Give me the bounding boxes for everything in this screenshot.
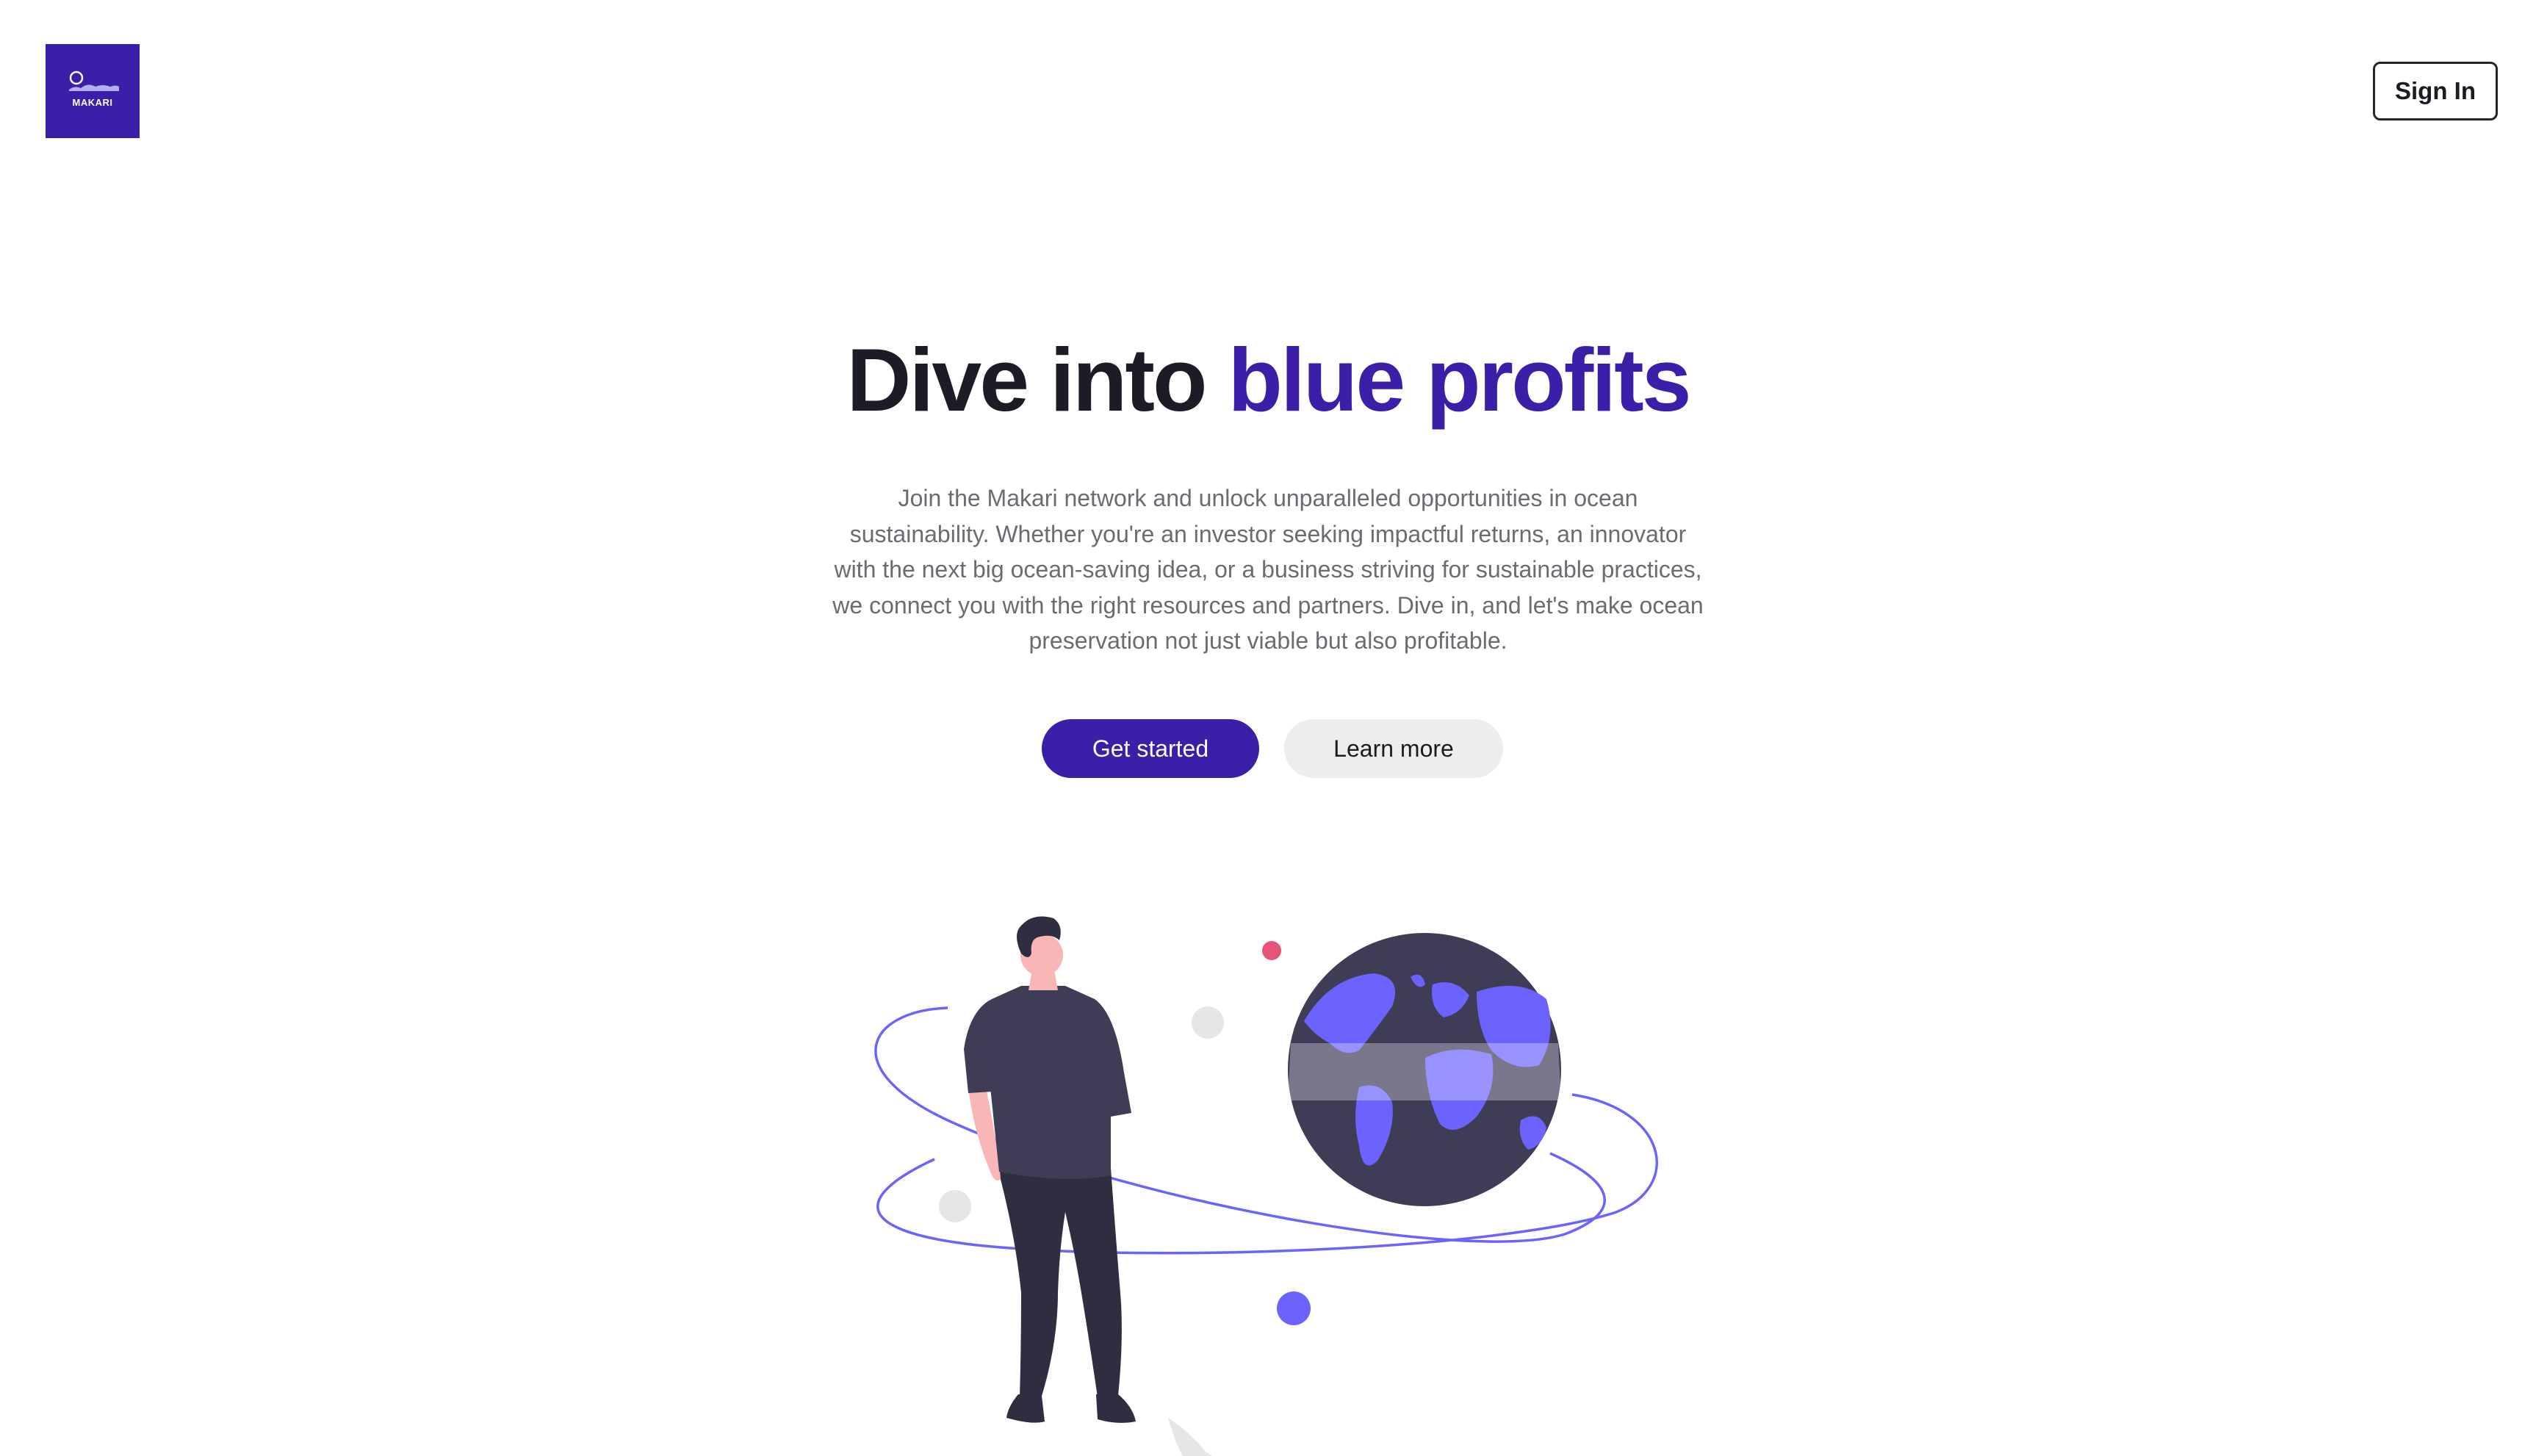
learn-more-button[interactable]: Learn more bbox=[1284, 719, 1503, 778]
hero-title-main: Dive into bbox=[846, 330, 1228, 430]
gray-dot-icon bbox=[939, 1190, 971, 1222]
makari-logo[interactable]: MAKARI bbox=[46, 44, 140, 138]
logo-text: MAKARI bbox=[72, 97, 113, 108]
logo-wave-icon bbox=[69, 71, 119, 91]
hero-title: Dive into blue profits bbox=[0, 317, 2536, 442]
pink-dot-icon bbox=[1262, 941, 1281, 960]
get-started-button[interactable]: Get started bbox=[1042, 719, 1259, 778]
purple-dot-icon bbox=[1277, 1291, 1311, 1325]
hero-title-accent: blue profits bbox=[1228, 330, 1691, 430]
person-icon bbox=[964, 916, 1136, 1423]
person-globe-illustration bbox=[874, 916, 1658, 1456]
gray-dot-icon bbox=[1192, 1006, 1224, 1039]
plant-icon bbox=[1168, 1418, 1212, 1456]
hero-description: Join the Makari network and unlock unpar… bbox=[832, 485, 1704, 654]
sign-in-button[interactable]: Sign In bbox=[2373, 62, 2498, 120]
globe-icon bbox=[1288, 933, 1561, 1206]
